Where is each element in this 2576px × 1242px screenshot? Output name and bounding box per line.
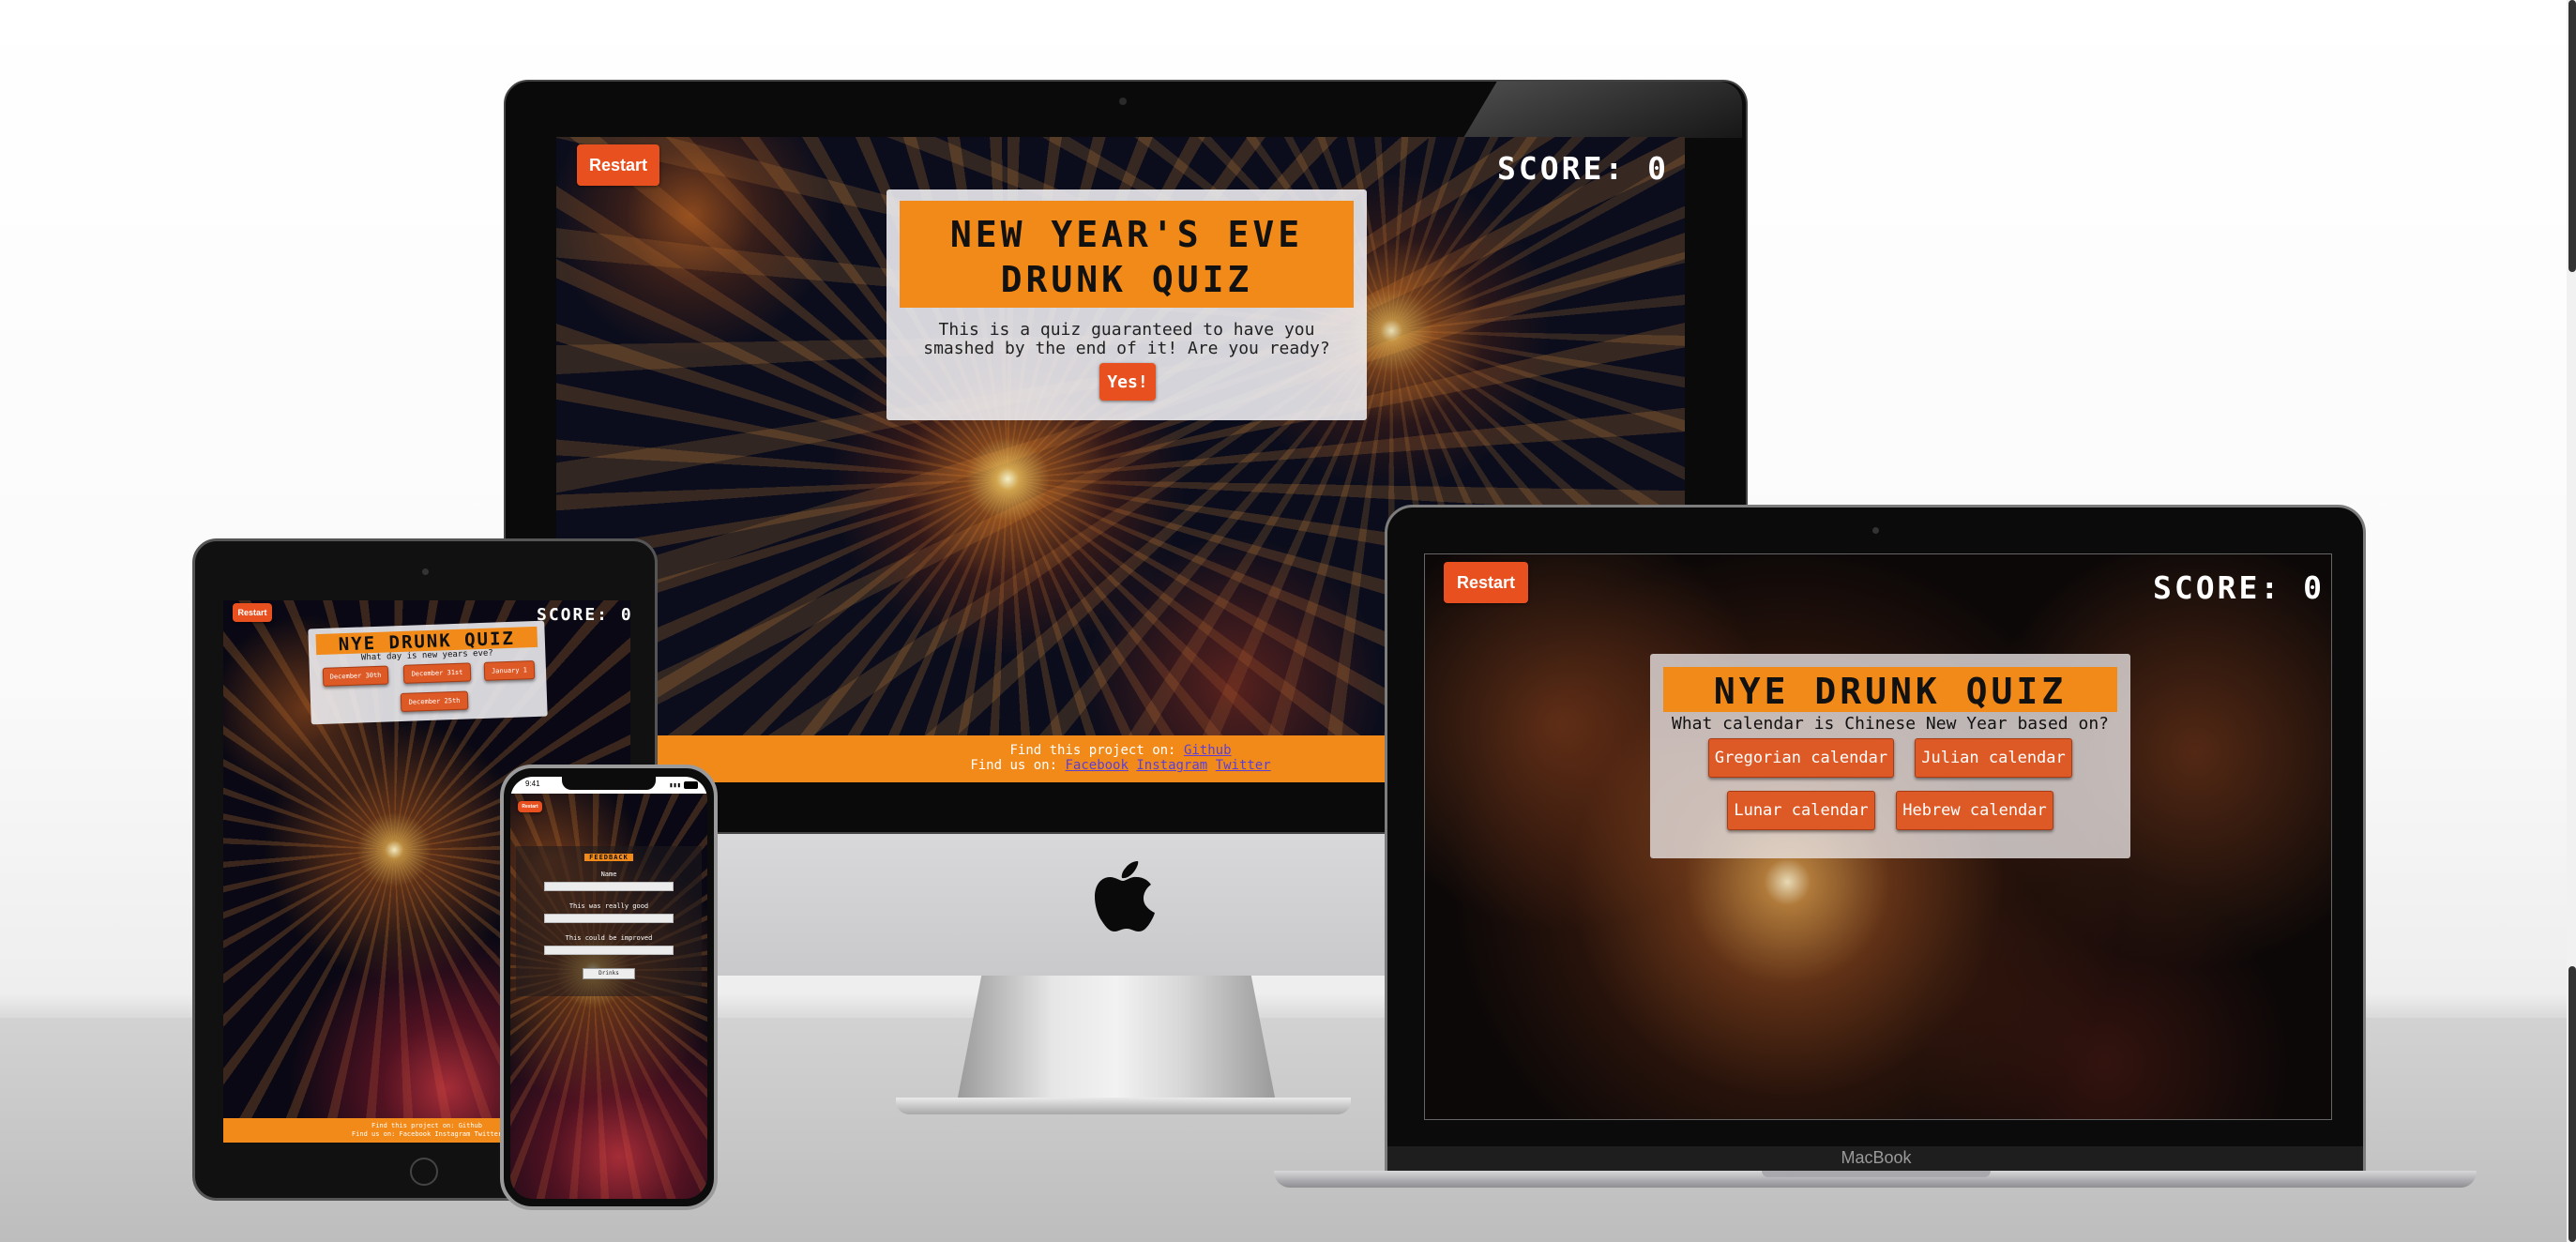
twitter-link[interactable]: Twitter — [1216, 758, 1271, 773]
name-input[interactable] — [544, 882, 674, 891]
answer-button-4[interactable]: Hebrew calendar — [1896, 791, 2053, 830]
score-display: SCORE: 0 — [537, 605, 630, 625]
iphone-screen: 9:41 ▮▮▮ Restart FEEDBACK Name This was … — [510, 777, 707, 1199]
question-card: NYE DRUNK QUIZ What day is new years eve… — [308, 620, 548, 725]
improve-label: This could be improved — [565, 934, 653, 942]
status-time: 9:41 — [525, 780, 540, 788]
macbook-screen: Restart SCORE: 0 NYE DRUNK QUIZ What cal… — [1424, 553, 2332, 1120]
quiz-title: NYE DRUNK QUIZ — [1663, 667, 2117, 712]
restart-button[interactable]: Restart — [518, 801, 542, 812]
answer-button-2[interactable]: Julian calendar — [1915, 738, 2072, 778]
good-input[interactable] — [544, 914, 674, 923]
question-text: What calendar is Chinese New Year based … — [1672, 714, 2109, 734]
quiz-title: NEW YEAR'S EVE DRUNK QUIZ — [900, 201, 1354, 308]
quiz-title-line1: NEW YEAR'S EVE — [949, 214, 1304, 255]
imac-stand-base — [896, 1098, 1351, 1114]
answer-button-3[interactable]: Lunar calendar — [1727, 791, 1875, 830]
answer-button-3[interactable]: January 1 — [483, 660, 536, 681]
github-link[interactable]: Github — [1184, 743, 1232, 758]
question-card: NYE DRUNK QUIZ What calendar is Chinese … — [1650, 654, 2130, 858]
instagram-link[interactable]: Instagram — [1136, 758, 1207, 773]
feedback-title: FEEDBACK — [584, 854, 633, 861]
ipad-camera — [422, 568, 429, 575]
battery-icon — [684, 781, 698, 789]
submit-button[interactable]: Drinks — [583, 968, 635, 979]
restart-button[interactable]: Restart — [1444, 562, 1528, 603]
macbook-brand: MacBook — [1841, 1148, 1912, 1167]
answer-button-2[interactable]: December 31st — [402, 662, 472, 684]
answer-button-4[interactable]: December 25th — [400, 690, 469, 713]
score-display: SCORE: 0 — [2153, 569, 2325, 606]
answer-button-1[interactable]: Gregorian calendar — [1708, 738, 1894, 778]
answer-button-1[interactable]: December 30th — [322, 665, 389, 687]
macbook-camera — [1872, 527, 1879, 534]
feedback-panel: FEEDBACK Name This was really good This … — [516, 846, 702, 996]
imac-stand — [957, 971, 1276, 1102]
score-display: SCORE: 0 — [1497, 150, 1669, 187]
macbook-notch — [1762, 1171, 1991, 1177]
imac-bezel-glare — [1463, 82, 1742, 138]
facebook-link[interactable]: Facebook — [1065, 758, 1128, 773]
apple-logo-icon — [1093, 861, 1155, 932]
footer-project-label: Find this project on: — [1009, 743, 1176, 758]
name-label: Name — [600, 871, 617, 878]
ipad-home-button[interactable] — [410, 1158, 438, 1186]
iphone-notch — [562, 777, 656, 790]
improve-input[interactable] — [544, 946, 674, 955]
imac-camera — [1119, 98, 1127, 105]
signal-icon: ▮▮▮ — [669, 781, 681, 789]
page-scroll-thumb[interactable] — [2568, 0, 2576, 272]
restart-button[interactable]: Restart — [577, 144, 659, 186]
footer-find-label: Find us on: — [970, 758, 1058, 773]
intro-text: This is a quiz guaranteed to have you sm… — [923, 320, 1330, 358]
page-scroll-thumb-lower[interactable] — [2568, 966, 2576, 1242]
good-label: This was really good — [568, 902, 649, 910]
restart-button[interactable]: Restart — [233, 603, 272, 622]
intro-card: NEW YEAR'S EVE DRUNK QUIZ This is a quiz… — [886, 189, 1367, 420]
yes-button[interactable]: Yes! — [1099, 363, 1156, 401]
quiz-title-line2: DRUNK QUIZ — [1000, 259, 1253, 300]
